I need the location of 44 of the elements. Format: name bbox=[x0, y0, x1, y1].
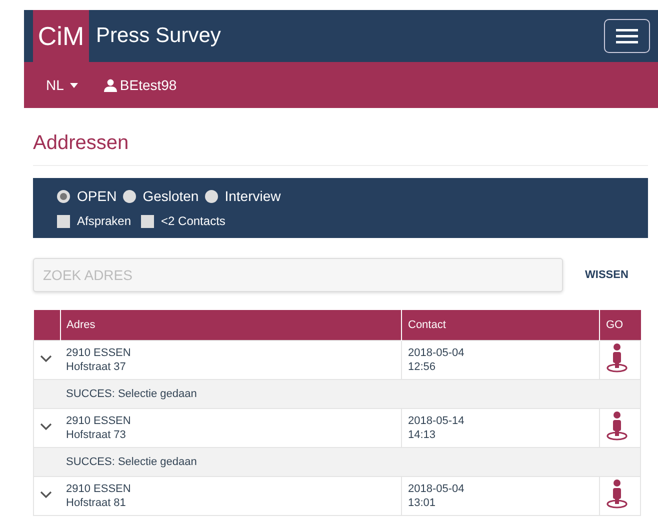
street: Hofstraat 37 bbox=[66, 360, 127, 374]
status-message: SUCCES: Selectie gedaan bbox=[60, 380, 640, 408]
chevron-down-icon[interactable] bbox=[40, 423, 52, 431]
person-pin-icon[interactable] bbox=[606, 343, 628, 373]
caret-icon bbox=[70, 82, 78, 88]
contact-time: 12:56 bbox=[408, 360, 437, 374]
contact-time: 13:01 bbox=[408, 496, 437, 510]
radio-button[interactable] bbox=[204, 190, 218, 202]
chevron-down-icon[interactable] bbox=[40, 491, 52, 499]
checkbox[interactable] bbox=[57, 214, 70, 228]
clear-button[interactable]: WISSEN bbox=[579, 268, 634, 282]
contact-date: 2018-05-04 bbox=[408, 482, 466, 496]
checkbox-option[interactable]: <2 Contacts bbox=[141, 214, 226, 228]
radio-option[interactable]: Interview bbox=[204, 188, 281, 204]
column-header: GO bbox=[600, 310, 640, 340]
username: BEtest98 bbox=[120, 77, 177, 93]
search-field[interactable]: ZOEK ADRES bbox=[33, 258, 563, 292]
city: 2910 ESSEN bbox=[66, 414, 132, 428]
city: 2910 ESSEN bbox=[66, 346, 132, 360]
city: 2910 ESSEN bbox=[66, 482, 132, 496]
status-message: SUCCES: Selectie gedaan bbox=[60, 448, 640, 476]
contact-date: 2018-05-04 bbox=[408, 346, 466, 360]
radio-option[interactable]: OPEN bbox=[57, 188, 117, 204]
person-pin-icon[interactable] bbox=[606, 479, 628, 509]
menu-icon bbox=[616, 28, 638, 44]
chevron-down-icon[interactable] bbox=[40, 355, 52, 363]
contact-time: 14:13 bbox=[408, 428, 437, 442]
language-dropdown[interactable]: NL bbox=[46, 77, 78, 93]
checkbox[interactable] bbox=[141, 214, 154, 228]
user-icon bbox=[104, 78, 117, 92]
checkbox-option[interactable]: Afspraken bbox=[57, 214, 132, 228]
street: Hofstraat 73 bbox=[66, 428, 127, 442]
radio-button[interactable] bbox=[122, 190, 136, 202]
page-title: Addressen bbox=[33, 132, 648, 166]
street: Hofstraat 81 bbox=[66, 496, 127, 510]
radio-button[interactable] bbox=[57, 190, 70, 202]
logo: CiM bbox=[33, 10, 89, 62]
menu-button[interactable] bbox=[604, 19, 650, 53]
contact-date: 2018-05-14 bbox=[408, 414, 466, 428]
column-header: Adres bbox=[60, 310, 402, 340]
column-header: Contact bbox=[402, 310, 600, 340]
radio-option[interactable]: Gesloten bbox=[122, 188, 199, 204]
app-title: Press Survey bbox=[96, 24, 221, 48]
person-pin-icon[interactable] bbox=[606, 411, 628, 441]
